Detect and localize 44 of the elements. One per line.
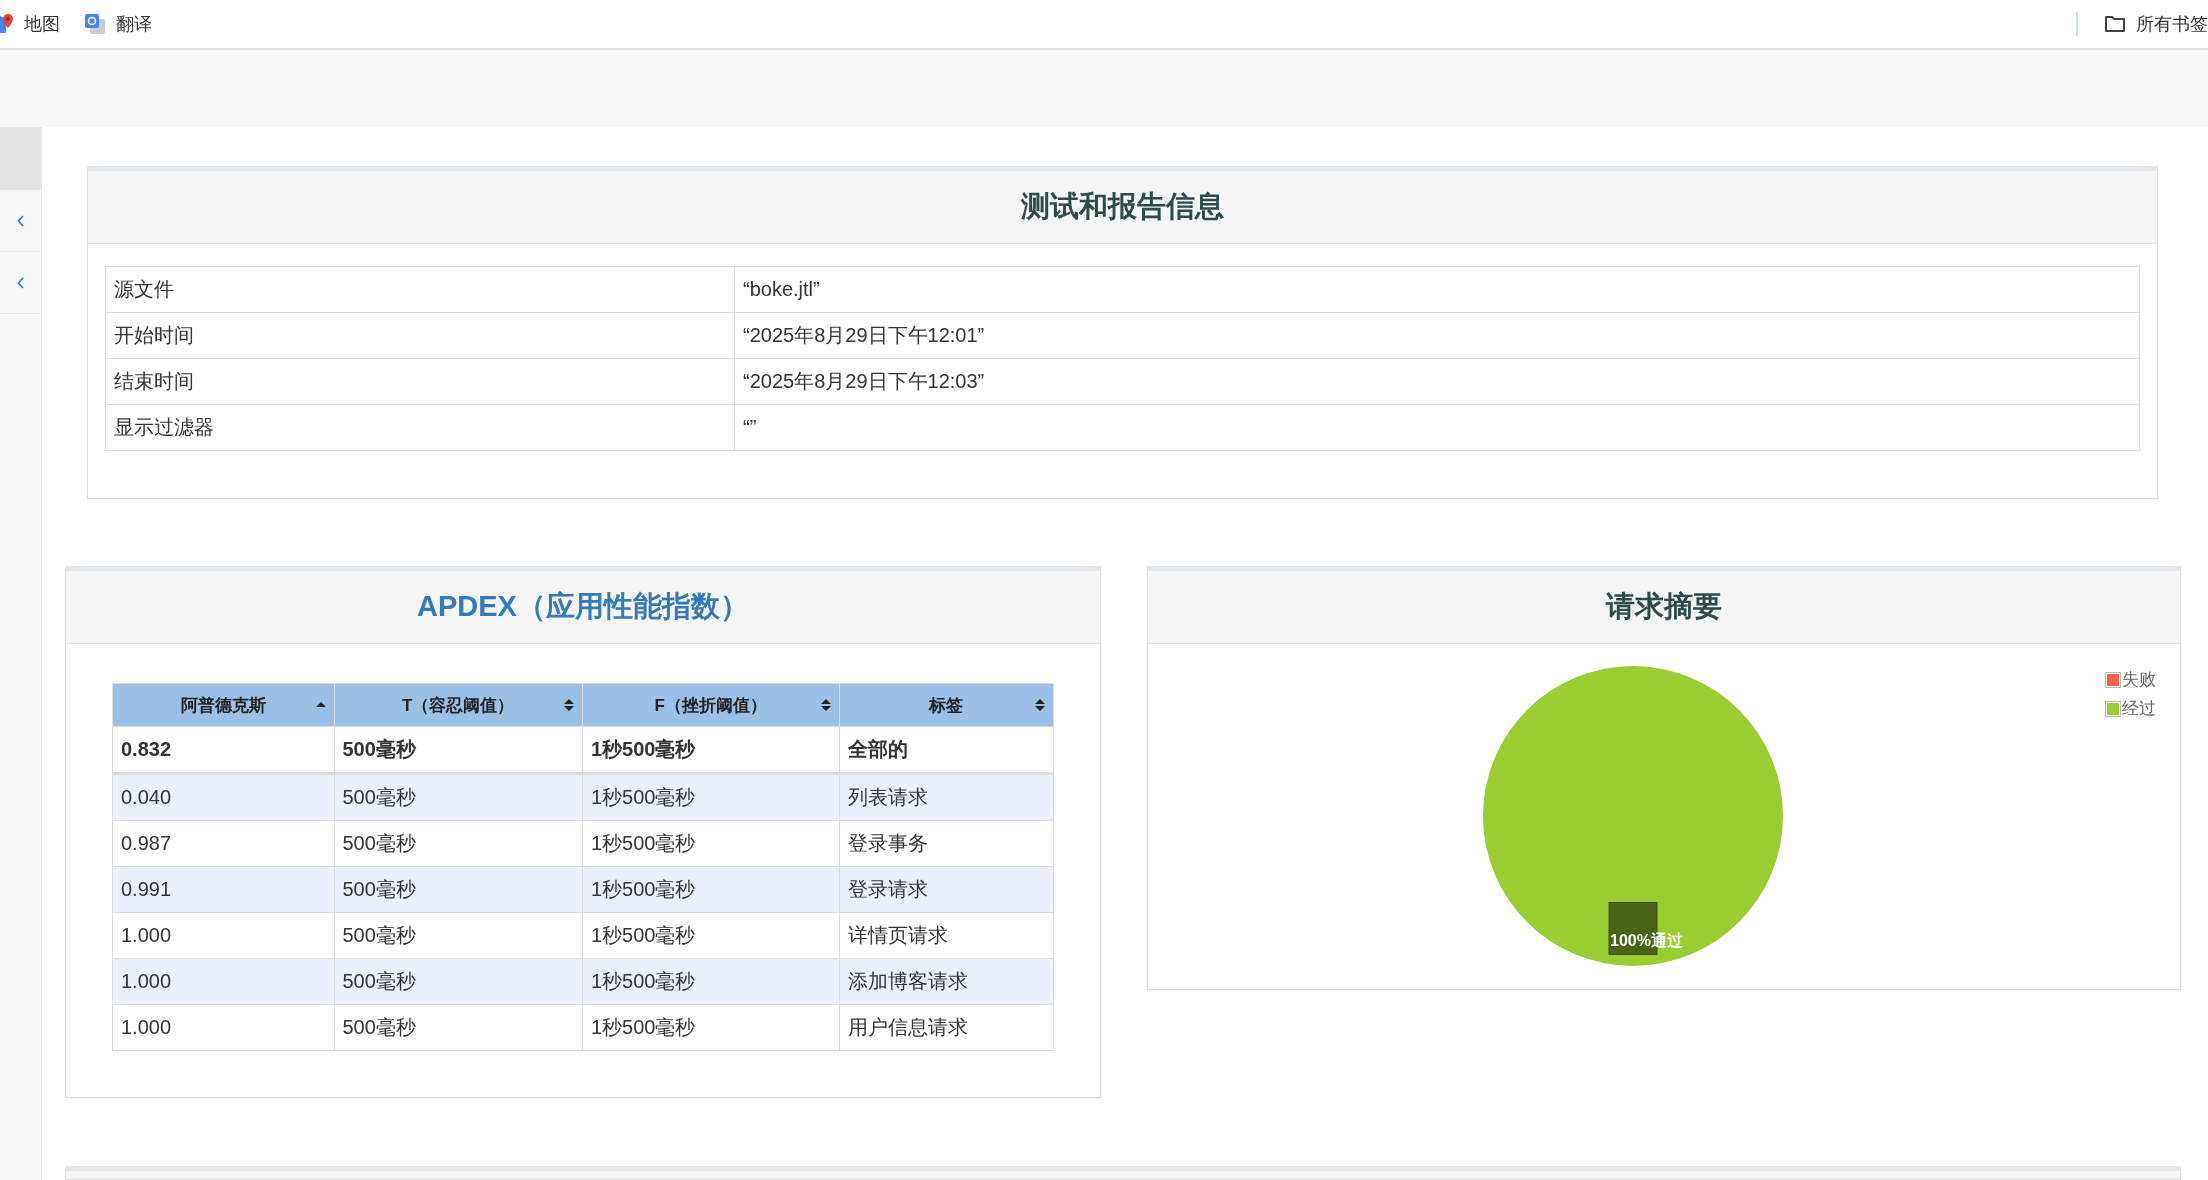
table-cell: 1秒500毫秒 [582, 866, 840, 913]
panel-title: APDEX（应用性能指数） [417, 589, 749, 624]
table-cell: 500毫秒 [334, 866, 583, 913]
table-cell: 详情页请求 [839, 912, 1054, 959]
table-cell: 1秒500毫秒 [582, 912, 840, 959]
table-cell: 添加博客请求 [839, 958, 1054, 1005]
info-label: 显示过滤器 [105, 404, 735, 451]
table-cell: 列表请求 [839, 773, 1054, 821]
table-cell: 0.987 [112, 820, 334, 867]
table-cell: 1秒500毫秒 [582, 1004, 840, 1051]
table-cell: 500毫秒 [334, 1004, 583, 1051]
table-cell: 1秒500毫秒 [582, 820, 840, 867]
info-label: 源文件 [105, 266, 735, 313]
legend-label: 失败 [2122, 669, 2156, 691]
legend-label: 经过 [2122, 698, 2156, 720]
all-bookmarks-button[interactable]: 所有书签 [2104, 12, 2208, 36]
table-cell: 1秒500毫秒 [582, 773, 840, 821]
table-cell: 500毫秒 [334, 773, 583, 821]
info-value: “boke.jtl” [734, 266, 2140, 313]
info-label: 结束时间 [105, 358, 735, 405]
column-header[interactable]: 阿普德克斯 [112, 683, 334, 727]
table-cell: 500毫秒 [334, 958, 583, 1005]
table-cell: 0.991 [112, 866, 334, 913]
table-cell: 用户信息请求 [839, 1004, 1054, 1051]
info-value: “2025年8月29日下午12:01” [734, 312, 2140, 359]
table-cell: 1.000 [112, 1004, 334, 1051]
table-cell: 1.000 [112, 912, 334, 959]
info-value: “2025年8月29日下午12:03” [734, 358, 2140, 405]
panel-title: 测试和报告信息 [1021, 189, 1224, 224]
table-cell: 0.040 [112, 773, 334, 821]
table-cell: 500毫秒 [334, 912, 583, 959]
info-value: “” [734, 404, 2140, 451]
panel-title: 请求摘要 [1606, 589, 1722, 624]
column-header[interactable]: 标签 [839, 683, 1054, 727]
bookmark-link[interactable]: 翻译 [84, 12, 152, 36]
table-cell: 登录事务 [839, 820, 1054, 867]
column-header[interactable]: F（挫折阈值） [582, 683, 840, 727]
info-label: 开始时间 [105, 312, 735, 359]
table-cell: 1.000 [112, 958, 334, 1005]
table-cell: 登录请求 [839, 866, 1054, 913]
column-header[interactable]: T（容忍阈值） [334, 683, 583, 727]
table-cell: 1秒500毫秒 [582, 958, 840, 1005]
table-cell: 500毫秒 [334, 820, 583, 867]
bookmark-link[interactable]: 地图 [0, 12, 60, 36]
